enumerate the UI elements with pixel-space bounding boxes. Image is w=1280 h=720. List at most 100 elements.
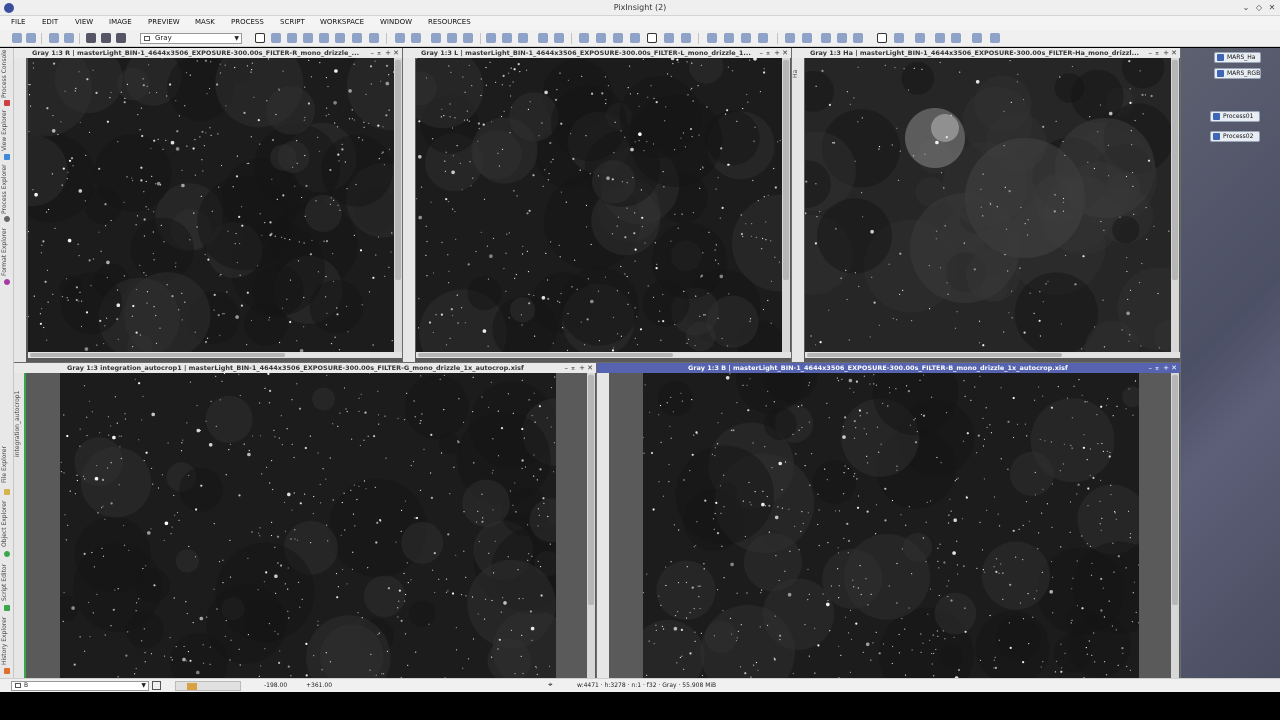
tab-script-editor[interactable]: Script Editor: [1, 560, 13, 604]
tab-object-explorer[interactable]: Object Explorer: [1, 498, 13, 550]
vertical-scrollbar[interactable]: [782, 58, 790, 352]
explorer-icon[interactable]: [877, 33, 887, 43]
tool-icon[interactable]: [352, 33, 362, 43]
zoom-out-icon[interactable]: [411, 33, 421, 43]
preview-delete-icon[interactable]: [518, 33, 528, 43]
image-icon[interactable]: [894, 33, 904, 43]
zoom-1-3-icon[interactable]: [463, 33, 473, 43]
window-title-b[interactable]: Gray 1:3 B | masterLight_BIN-1_4644x3506…: [597, 363, 1180, 373]
tab-process-console[interactable]: Process Console: [1, 48, 13, 100]
scroll-thumb[interactable]: [1172, 375, 1178, 605]
preview-new-icon[interactable]: [502, 33, 512, 43]
window-close-icon[interactable]: [951, 33, 961, 43]
close-icon[interactable]: ✕: [1171, 48, 1177, 58]
image-window-l[interactable]: Gray 1:3 L | masterLight_BIN-1_4644x3506…: [402, 47, 829, 377]
channel-b2-icon[interactable]: [681, 33, 691, 43]
vertical-scrollbar[interactable]: [1171, 58, 1179, 352]
menu-workspace[interactable]: WORKSPACE: [320, 18, 364, 26]
shade-icon[interactable]: –: [1149, 48, 1153, 58]
stf-icon[interactable]: [707, 33, 717, 43]
close-icon[interactable]: ✕: [393, 48, 399, 58]
channel-rgb-icon[interactable]: [579, 33, 589, 43]
image-canvas-l[interactable]: [402, 47, 829, 377]
maximize-icon[interactable]: +: [1163, 363, 1169, 373]
channel-r-icon[interactable]: [596, 33, 606, 43]
iconize-icon[interactable]: [837, 33, 847, 43]
image-window-r[interactable]: Gray 1:3 R | masterLight_BIN-1_4644x3506…: [0, 39, 436, 362]
menu-image[interactable]: IMAGE: [109, 18, 132, 26]
tab-file-explorer[interactable]: File Explorer: [1, 443, 13, 487]
readout-icon[interactable]: [785, 33, 795, 43]
process-icon-01[interactable]: Process01: [1210, 111, 1260, 122]
close-image-icon[interactable]: [116, 33, 126, 43]
duplicate-icon[interactable]: [101, 33, 111, 43]
scroll-thumb[interactable]: [588, 375, 594, 605]
tab-process-explorer[interactable]: Process Explorer: [1, 163, 13, 215]
tile-icon[interactable]: [802, 33, 812, 43]
pin-icon[interactable]: ⌅: [1154, 48, 1160, 58]
scroll-thumb[interactable]: [30, 353, 285, 357]
window-min-icon[interactable]: [990, 33, 1000, 43]
scroll-thumb[interactable]: [395, 60, 401, 280]
menu-process[interactable]: PROCESS: [231, 18, 264, 26]
pin-icon[interactable]: ⌅: [765, 48, 771, 58]
scroll-thumb[interactable]: [783, 60, 789, 280]
horizontal-scrollbar[interactable]: [416, 352, 791, 358]
tab-history-explorer[interactable]: History Explorer: [1, 614, 13, 668]
channel-l-icon[interactable]: [647, 33, 657, 43]
image-canvas-g[interactable]: [52, 372, 590, 700]
close-icon[interactable]: ✕: [782, 48, 788, 58]
pin-icon[interactable]: ⌅: [1154, 363, 1160, 373]
menu-preview[interactable]: PREVIEW: [148, 18, 180, 26]
stf-reset-icon[interactable]: [741, 33, 751, 43]
maximize-icon[interactable]: +: [579, 363, 585, 373]
menu-script[interactable]: SCRIPT: [280, 18, 305, 26]
process-icon-02[interactable]: Process02: [1210, 131, 1260, 142]
channel-a-icon[interactable]: [664, 33, 674, 43]
view-selector[interactable]: Gray ▼: [140, 33, 242, 44]
horizontal-scrollbar[interactable]: [28, 352, 402, 358]
scroll-thumb[interactable]: [807, 353, 1062, 357]
image-window-b[interactable]: Gray 1:3 B | masterLight_BIN-1_4644x3506…: [597, 345, 1180, 703]
window-title-l[interactable]: Gray 1:3 L | masterLight_BIN-1_4644x3506…: [403, 48, 791, 58]
image-icon-mars-ha[interactable]: MARS_Ha: [1214, 52, 1261, 63]
shade-icon[interactable]: –: [565, 363, 569, 373]
crosshair-icon[interactable]: ⌖: [548, 680, 553, 690]
undo-icon[interactable]: [12, 33, 22, 43]
horizontal-scrollbar[interactable]: [805, 352, 1180, 358]
mask-icon[interactable]: [538, 33, 548, 43]
maximize-icon[interactable]: +: [385, 48, 391, 58]
save-icon[interactable]: [64, 33, 74, 43]
deiconize-icon[interactable]: [853, 33, 863, 43]
zoom-1-2-icon[interactable]: [447, 33, 457, 43]
window-title-ha[interactable]: Gray 1:3 Ha | masterLight_BIN-1_4644x350…: [792, 48, 1180, 58]
scroll-thumb[interactable]: [1172, 60, 1178, 280]
shade-icon[interactable]: –: [1149, 363, 1153, 373]
vertical-scrollbar[interactable]: [394, 58, 402, 352]
pin-icon[interactable]: ⌅: [376, 48, 382, 58]
vertical-scrollbar[interactable]: [1171, 373, 1179, 678]
image-canvas-r[interactable]: [0, 39, 436, 360]
tab-format-explorer[interactable]: Format Explorer: [1, 226, 13, 278]
mask-show-icon[interactable]: [554, 33, 564, 43]
menu-mask[interactable]: MASK: [195, 18, 215, 26]
pan-icon[interactable]: [303, 33, 313, 43]
window-red-icon[interactable]: [935, 33, 945, 43]
menu-edit[interactable]: EDIT: [42, 18, 58, 26]
status-view-selector[interactable]: B ▼: [11, 681, 149, 691]
image-window-g[interactable]: Gray 1:3 integration_autocrop1 | masterL…: [14, 363, 596, 700]
close-icon[interactable]: ✕: [1266, 2, 1278, 14]
open-icon[interactable]: [49, 33, 59, 43]
channel-b-icon[interactable]: [630, 33, 640, 43]
crop-icon[interactable]: [335, 33, 345, 43]
menu-file[interactable]: FILE: [11, 18, 25, 26]
select-tool-icon[interactable]: [255, 33, 265, 43]
maximize-icon[interactable]: +: [774, 48, 780, 58]
pointer-icon[interactable]: [369, 33, 379, 43]
preview-icon[interactable]: [486, 33, 496, 43]
maximize-icon[interactable]: +: [1163, 48, 1169, 58]
tab-view-explorer[interactable]: View Explorer: [1, 108, 13, 152]
image-icon-mars-rgb[interactable]: MARS_RGB: [1214, 68, 1261, 79]
window-title-g[interactable]: Gray 1:3 integration_autocrop1 | masterL…: [14, 363, 596, 373]
cascade-icon[interactable]: [821, 33, 831, 43]
